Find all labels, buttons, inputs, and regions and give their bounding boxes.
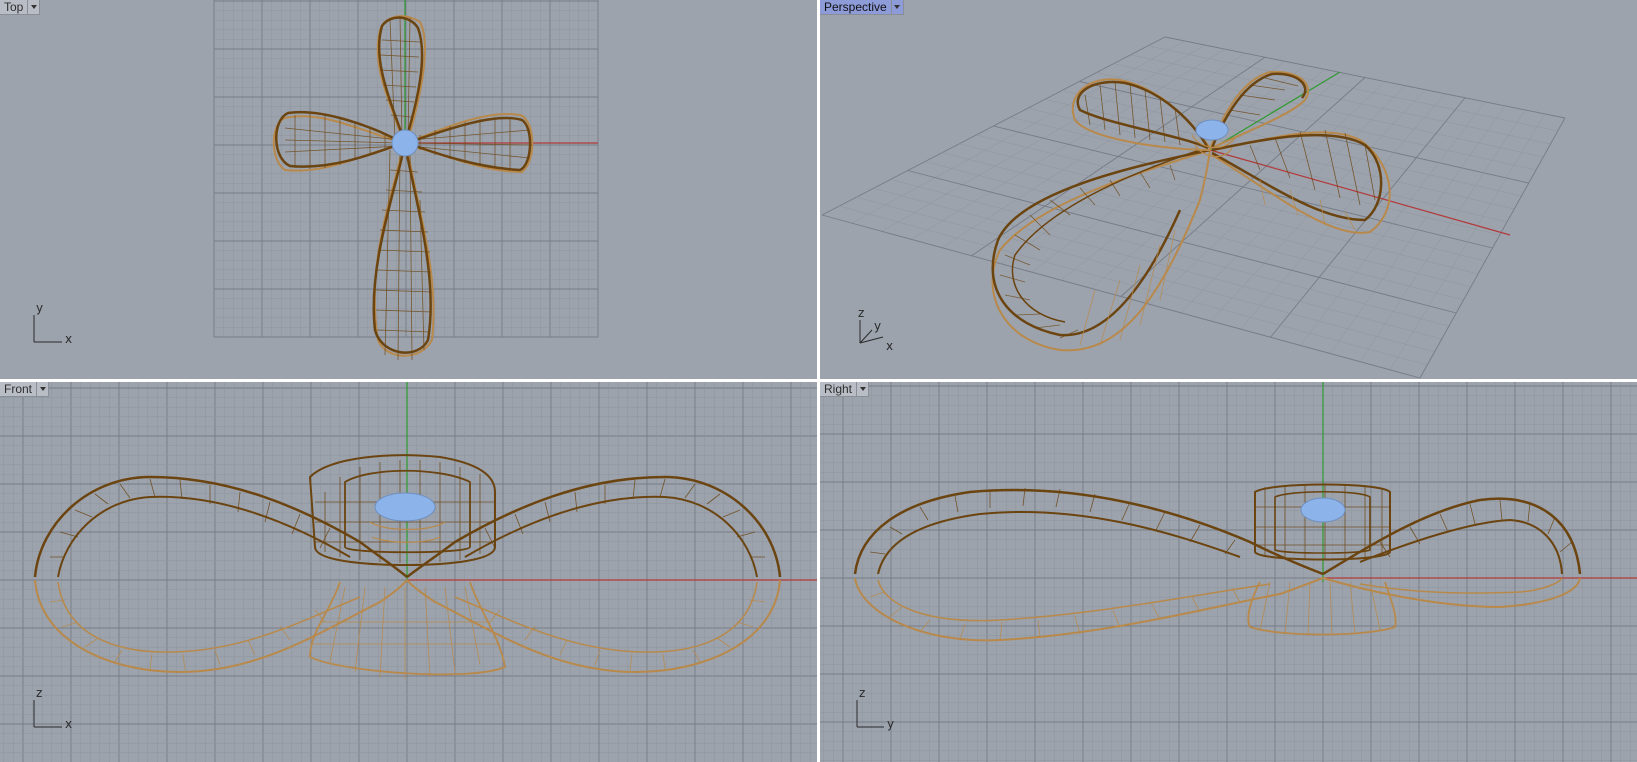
axis-indicator: z y x bbox=[858, 306, 893, 353]
viewport-tab-perspective[interactable]: Perspective bbox=[820, 0, 904, 15]
viewport-menu-button[interactable] bbox=[28, 0, 41, 15]
grid-line bbox=[1389, 113, 1546, 370]
viewport-title[interactable]: Perspective bbox=[820, 0, 892, 15]
axis-indicator: z y bbox=[856, 686, 894, 731]
hub-center bbox=[1300, 497, 1346, 523]
viewport-menu-button[interactable] bbox=[857, 382, 870, 397]
viewport-tab-right[interactable]: Right bbox=[820, 382, 870, 397]
viewport-perspective[interactable]: Perspective z y x bbox=[820, 0, 1637, 379]
viewport-right[interactable]: Right z y bbox=[820, 382, 1637, 762]
axis-label-z: z bbox=[859, 686, 865, 700]
triangle-down-icon bbox=[894, 5, 901, 9]
viewport-title[interactable]: Top bbox=[0, 0, 29, 15]
hub-center bbox=[1195, 119, 1229, 141]
axis-label-y: y bbox=[874, 319, 881, 333]
viewport-menu-button[interactable] bbox=[891, 0, 904, 15]
axis-label-z: z bbox=[36, 686, 42, 700]
viewport-title[interactable]: Right bbox=[820, 382, 858, 397]
axis-label-z: z bbox=[858, 306, 864, 320]
viewport-title[interactable]: Front bbox=[0, 382, 38, 397]
hub-center bbox=[391, 129, 419, 157]
construction-grid bbox=[821, 36, 1566, 379]
axis-label-y: y bbox=[887, 717, 894, 731]
construction-grid bbox=[820, 382, 1637, 762]
construction-grid bbox=[0, 382, 817, 762]
viewport-front[interactable]: Front z x bbox=[0, 382, 817, 762]
grid-line bbox=[873, 188, 1442, 340]
viewport-tab-front[interactable]: Front bbox=[0, 382, 50, 397]
grid-line bbox=[1419, 117, 1566, 379]
viewport-tab-top[interactable]: Top bbox=[0, 0, 41, 15]
axis-label-x: x bbox=[886, 339, 893, 353]
grid-line bbox=[1359, 109, 1526, 362]
triangle-down-icon bbox=[30, 5, 37, 9]
viewport-canvas[interactable]: z x bbox=[0, 382, 817, 762]
triangle-down-icon bbox=[39, 387, 46, 391]
construction-grid bbox=[213, 0, 599, 338]
viewport-top[interactable]: Top y x bbox=[0, 0, 817, 379]
axis-label-x: x bbox=[65, 717, 72, 731]
triangle-down-icon bbox=[859, 387, 866, 391]
hub-center bbox=[374, 492, 436, 522]
axis-label-y: y bbox=[36, 301, 43, 315]
viewport-canvas[interactable]: z y x bbox=[820, 0, 1637, 379]
grid-line bbox=[821, 214, 1421, 379]
viewport-menu-button[interactable] bbox=[37, 382, 50, 397]
viewport-canvas[interactable]: z y bbox=[820, 382, 1637, 762]
axis-indicator: y x bbox=[33, 301, 72, 346]
axis-label-x: x bbox=[65, 332, 72, 346]
viewport-canvas[interactable]: y x bbox=[0, 0, 817, 379]
